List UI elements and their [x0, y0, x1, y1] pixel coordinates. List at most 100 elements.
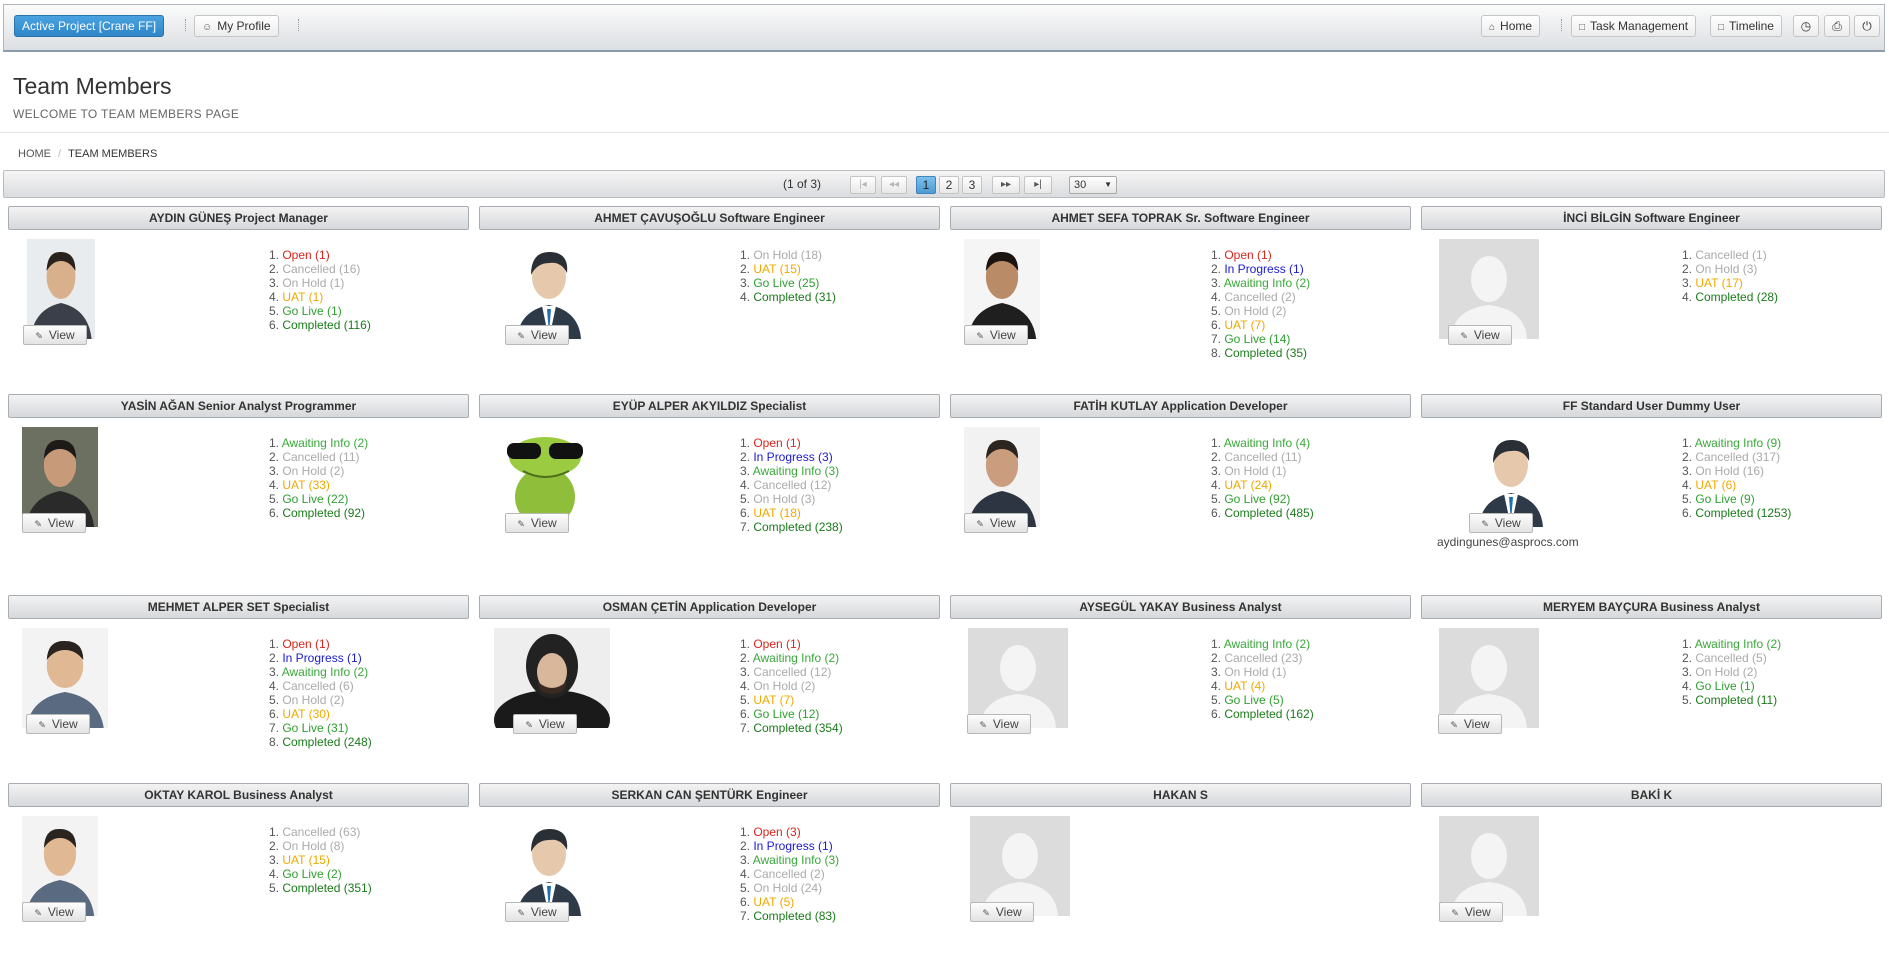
- status-label[interactable]: Cancelled (317): [1695, 450, 1780, 464]
- status-label[interactable]: Go Live (22): [282, 492, 348, 506]
- status-label[interactable]: Go Live (14): [1224, 332, 1290, 346]
- status-label[interactable]: On Hold (18): [753, 248, 822, 262]
- view-button[interactable]: ✎ View: [505, 325, 569, 345]
- status-label[interactable]: Cancelled (2): [753, 867, 824, 881]
- view-button[interactable]: ✎ View: [1469, 513, 1533, 533]
- status-label[interactable]: UAT (1): [282, 290, 323, 304]
- status-label[interactable]: On Hold (1): [1224, 464, 1286, 478]
- last-page-button[interactable]: ▸|: [1024, 176, 1052, 194]
- status-label[interactable]: Completed (35): [1224, 346, 1307, 360]
- status-label[interactable]: UAT (30): [282, 707, 330, 721]
- status-label[interactable]: Cancelled (23): [1224, 651, 1302, 665]
- status-label[interactable]: UAT (18): [753, 506, 801, 520]
- status-label[interactable]: On Hold (2): [753, 679, 815, 693]
- page-1-button[interactable]: 1: [916, 176, 936, 194]
- logout-button[interactable]: ⏻: [1854, 15, 1880, 37]
- status-label[interactable]: Cancelled (1): [1695, 248, 1766, 262]
- status-label[interactable]: Cancelled (11): [282, 450, 359, 464]
- status-label[interactable]: Completed (354): [753, 721, 842, 735]
- status-label[interactable]: Go Live (1): [282, 304, 341, 318]
- status-label[interactable]: Cancelled (16): [282, 262, 360, 276]
- status-label[interactable]: Go Live (9): [1695, 492, 1754, 506]
- status-label[interactable]: Cancelled (2): [1224, 290, 1295, 304]
- print-button[interactable]: ⎙: [1824, 15, 1850, 37]
- status-label[interactable]: UAT (17): [1695, 276, 1743, 290]
- status-label[interactable]: Completed (248): [282, 735, 371, 749]
- status-label[interactable]: Go Live (2): [282, 867, 341, 881]
- status-label[interactable]: Completed (238): [753, 520, 842, 534]
- status-label[interactable]: Completed (83): [753, 909, 836, 923]
- status-label[interactable]: Awaiting Info (2): [282, 436, 369, 450]
- status-label[interactable]: On Hold (1): [282, 276, 344, 290]
- status-label[interactable]: In Progress (3): [753, 450, 832, 464]
- status-label[interactable]: Awaiting Info (4): [1224, 436, 1311, 450]
- status-label[interactable]: UAT (15): [753, 262, 801, 276]
- status-label[interactable]: Awaiting Info (3): [753, 464, 840, 478]
- view-button[interactable]: ✎ View: [513, 714, 577, 734]
- status-label[interactable]: Go Live (31): [282, 721, 348, 735]
- view-button[interactable]: ✎ View: [964, 325, 1028, 345]
- status-label[interactable]: On Hold (8): [282, 839, 344, 853]
- status-label[interactable]: Open (1): [753, 436, 800, 450]
- status-label[interactable]: Awaiting Info (2): [282, 665, 369, 679]
- status-label[interactable]: Open (1): [1224, 248, 1271, 262]
- view-button[interactable]: ✎ View: [1439, 902, 1503, 922]
- status-label[interactable]: On Hold (16): [1695, 464, 1764, 478]
- status-label[interactable]: Go Live (12): [753, 707, 819, 721]
- status-label[interactable]: Completed (92): [282, 506, 365, 520]
- next-page-button[interactable]: ▸▸: [992, 176, 1020, 194]
- status-label[interactable]: Open (3): [753, 825, 800, 839]
- status-label[interactable]: Awaiting Info (2): [753, 651, 840, 665]
- view-button[interactable]: ✎ View: [505, 513, 569, 533]
- rows-per-page-select[interactable]: 30 ▼: [1069, 176, 1117, 194]
- view-button[interactable]: ✎ View: [970, 902, 1034, 922]
- breadcrumb-home[interactable]: HOME: [18, 148, 51, 160]
- status-label[interactable]: Go Live (25): [753, 276, 819, 290]
- status-label[interactable]: Go Live (5): [1224, 693, 1283, 707]
- status-label[interactable]: Completed (28): [1695, 290, 1778, 304]
- status-label[interactable]: Awaiting Info (2): [1224, 637, 1311, 651]
- status-label[interactable]: Completed (351): [282, 881, 371, 895]
- view-button[interactable]: ✎ View: [1448, 325, 1512, 345]
- view-button[interactable]: ✎ View: [22, 513, 86, 533]
- view-button[interactable]: ✎ View: [505, 902, 569, 922]
- status-label[interactable]: In Progress (1): [753, 839, 832, 853]
- view-button[interactable]: ✎ View: [26, 714, 90, 734]
- status-label[interactable]: Completed (485): [1224, 506, 1313, 520]
- status-label[interactable]: Cancelled (5): [1695, 651, 1766, 665]
- status-label[interactable]: UAT (7): [1224, 318, 1265, 332]
- status-label[interactable]: Cancelled (6): [282, 679, 353, 693]
- status-label[interactable]: Awaiting Info (2): [1695, 637, 1782, 651]
- status-label[interactable]: In Progress (1): [1224, 262, 1303, 276]
- active-project-button[interactable]: Active Project [Crane FF]: [14, 15, 165, 37]
- clock-button[interactable]: ◷: [1793, 15, 1819, 37]
- timeline-button[interactable]: □ Timeline: [1710, 15, 1782, 37]
- status-label[interactable]: Open (1): [282, 248, 329, 262]
- status-label[interactable]: In Progress (1): [282, 651, 361, 665]
- status-label[interactable]: UAT (33): [282, 478, 330, 492]
- status-label[interactable]: On Hold (3): [753, 492, 815, 506]
- status-label[interactable]: On Hold (2): [282, 464, 344, 478]
- status-label[interactable]: UAT (15): [282, 853, 330, 867]
- home-button[interactable]: ⌂ Home: [1481, 15, 1541, 37]
- first-page-button[interactable]: |◂: [850, 176, 876, 194]
- page-2-button[interactable]: 2: [939, 176, 959, 194]
- view-button[interactable]: ✎ View: [23, 325, 87, 345]
- task-management-button[interactable]: □ Task Management: [1571, 15, 1697, 37]
- status-label[interactable]: Cancelled (12): [753, 478, 831, 492]
- status-label[interactable]: Completed (1253): [1695, 506, 1791, 520]
- prev-page-button[interactable]: ◂◂: [881, 176, 907, 194]
- status-label[interactable]: UAT (24): [1224, 478, 1272, 492]
- view-button[interactable]: ✎ View: [964, 513, 1028, 533]
- status-label[interactable]: Go Live (92): [1224, 492, 1290, 506]
- view-button[interactable]: ✎ View: [967, 714, 1031, 734]
- status-label[interactable]: Awaiting Info (9): [1695, 436, 1782, 450]
- status-label[interactable]: On Hold (3): [1695, 262, 1757, 276]
- status-label[interactable]: Open (1): [753, 637, 800, 651]
- page-3-button[interactable]: 3: [962, 176, 982, 194]
- status-label[interactable]: On Hold (2): [1224, 304, 1286, 318]
- status-label[interactable]: Completed (31): [753, 290, 836, 304]
- view-button[interactable]: ✎ View: [1438, 714, 1502, 734]
- status-label[interactable]: On Hold (24): [753, 881, 822, 895]
- view-button[interactable]: ✎ View: [22, 902, 86, 922]
